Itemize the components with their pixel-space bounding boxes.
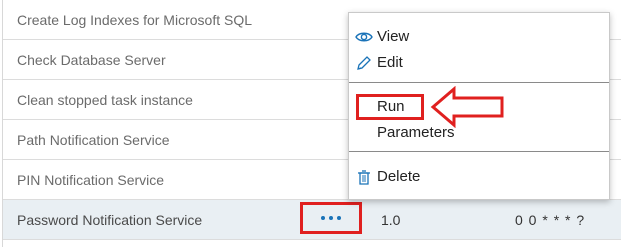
task-name: Password Notification Service [17, 212, 203, 228]
task-schedule: 0 0 * * * ? [515, 212, 586, 228]
eye-icon [355, 32, 373, 42]
run-highlight-box [356, 94, 424, 120]
menu-item-label: Delete [377, 168, 421, 185]
more-horizontal-icon [321, 216, 325, 220]
task-name: Create Log Indexes for Microsoft SQL [17, 12, 252, 28]
menu-divider [349, 151, 609, 152]
task-list-screen: Create Log Indexes for Microsoft SQL Che… [0, 0, 621, 247]
more-actions-button[interactable] [300, 202, 362, 234]
trash-icon [358, 170, 370, 185]
menu-divider [349, 82, 609, 83]
menu-item-edit[interactable]: Edit [349, 51, 609, 75]
left-arrow-icon [430, 86, 504, 128]
task-name: PIN Notification Service [17, 172, 165, 188]
task-version: 1.0 [381, 212, 401, 228]
menu-item-label: View [377, 28, 410, 45]
menu-item-label: Edit [377, 54, 403, 71]
task-name: Clean stopped task instance [17, 92, 193, 108]
menu-item-view[interactable]: View [349, 25, 609, 49]
more-horizontal-icon-dot [329, 216, 333, 220]
task-name: Check Database Server [17, 52, 166, 68]
more-horizontal-icon-dot [337, 216, 341, 220]
task-name: Path Notification Service [17, 132, 170, 148]
menu-item-delete[interactable]: Delete [349, 165, 609, 189]
pencil-icon [357, 56, 371, 70]
